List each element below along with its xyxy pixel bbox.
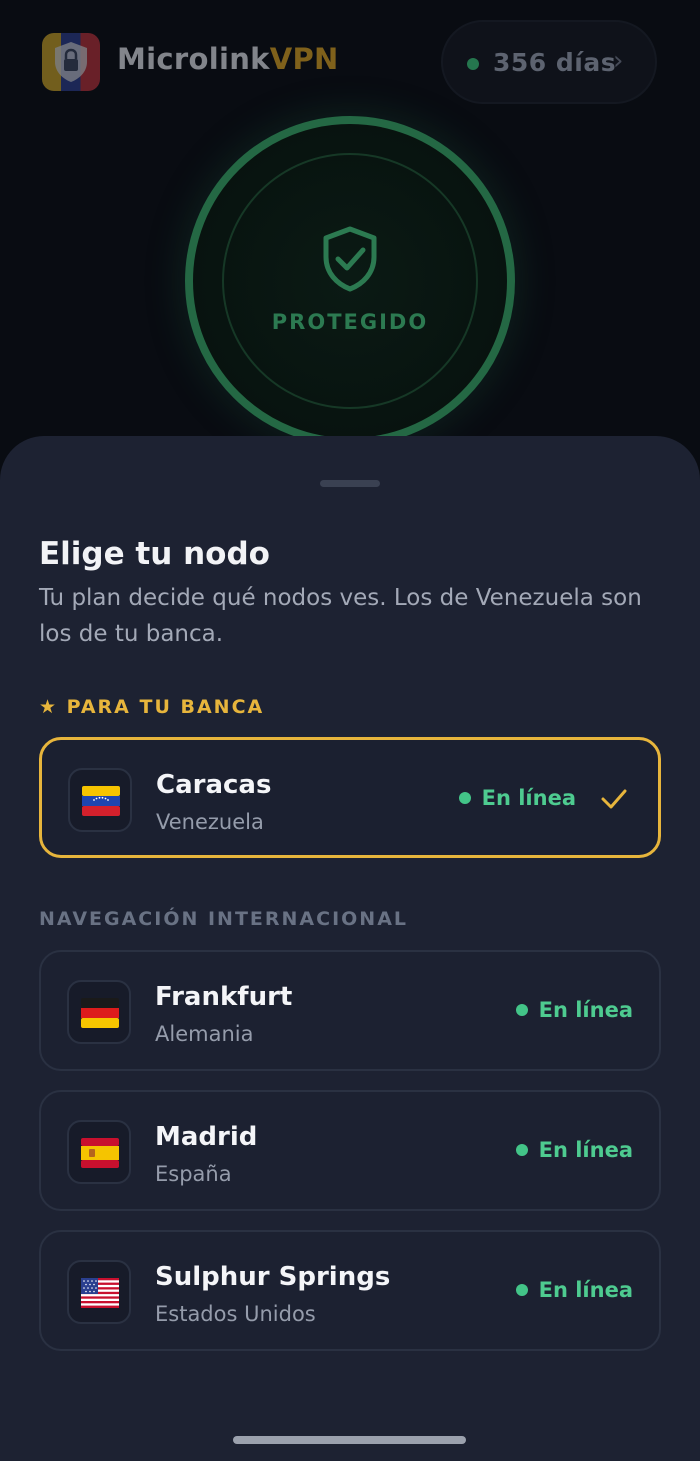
- top-header: MicrolinkVPN 356 días ›: [0, 0, 700, 120]
- node-city: Madrid: [155, 1122, 258, 1152]
- germany-flag-icon: [81, 998, 119, 1028]
- node-status-text: En línea: [538, 1278, 633, 1302]
- venezuela-flag-icon: [82, 786, 120, 816]
- shield-check-icon: [323, 226, 377, 292]
- node-status-text: En línea: [481, 786, 576, 810]
- node-status: En línea: [515, 1278, 633, 1302]
- brand-name-part1: Microlink: [117, 42, 270, 76]
- node-status: En línea: [515, 998, 633, 1022]
- connection-status-label: PROTEGIDO: [271, 310, 429, 334]
- node-city: Caracas: [156, 770, 272, 800]
- app-logo: [42, 33, 100, 91]
- app-root: MicrolinkVPN 356 días › PROTEGIDO Elige …: [0, 0, 700, 1461]
- node-country: España: [155, 1162, 232, 1186]
- lock-shield-icon: [55, 42, 87, 82]
- node-item-frankfurt[interactable]: Frankfurt Alemania En línea: [39, 950, 661, 1071]
- flag-container: [67, 1260, 131, 1324]
- online-dot-icon: [458, 792, 471, 804]
- section-label-international: NAVEGACIÓN INTERNACIONAL: [39, 908, 409, 930]
- node-item-caracas[interactable]: Caracas Venezuela En línea: [39, 737, 661, 858]
- node-selector-sheet: Elige tu nodo Tu plan decide qué nodos v…: [0, 436, 700, 1461]
- node-status-text: En línea: [538, 998, 633, 1022]
- node-status: En línea: [515, 1138, 633, 1162]
- brand-name: MicrolinkVPN: [117, 42, 339, 76]
- node-country: Alemania: [155, 1022, 254, 1046]
- status-dot-icon: [467, 58, 479, 70]
- node-country: Venezuela: [156, 810, 264, 834]
- chevron-right-icon: ›: [613, 46, 624, 76]
- home-indicator[interactable]: [233, 1436, 466, 1444]
- node-country: Estados Unidos: [155, 1302, 316, 1326]
- brand-name-part2: VPN: [269, 42, 339, 76]
- subscription-days-button[interactable]: 356 días ›: [441, 20, 657, 104]
- node-city: Frankfurt: [155, 982, 293, 1012]
- days-remaining-text: 356 días: [493, 48, 617, 77]
- node-item-madrid[interactable]: Madrid España En línea: [39, 1090, 661, 1211]
- flag-container: [67, 1120, 131, 1184]
- node-status-text: En línea: [538, 1138, 633, 1162]
- node-status: En línea: [458, 786, 576, 810]
- online-dot-icon: [515, 1004, 528, 1016]
- sheet-drag-handle[interactable]: [320, 480, 380, 487]
- flag-container: [67, 980, 131, 1044]
- sheet-title: Elige tu nodo: [39, 536, 270, 572]
- usa-flag-icon: [81, 1278, 119, 1308]
- flag-container: [68, 768, 132, 832]
- online-dot-icon: [515, 1144, 528, 1156]
- checkmark-icon: [601, 789, 627, 809]
- spain-flag-icon: [81, 1138, 119, 1168]
- sheet-subtitle: Tu plan decide qué nodos ves. Los de Ven…: [39, 585, 642, 647]
- node-item-sulphur-springs[interactable]: Sulphur Springs Estados Unidos En línea: [39, 1230, 661, 1351]
- online-dot-icon: [515, 1284, 528, 1296]
- section-label-bank: ★ PARA TU BANCA: [39, 696, 265, 718]
- node-city: Sulphur Springs: [155, 1262, 391, 1292]
